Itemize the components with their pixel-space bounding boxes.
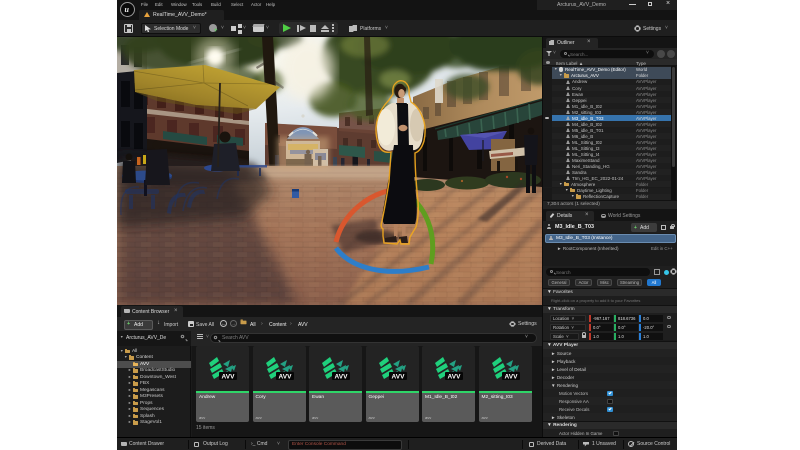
svg-text:AVV: AVV — [335, 374, 349, 381]
svg-text:AVV: AVV — [391, 374, 405, 381]
svg-text:AVV: AVV — [504, 374, 518, 381]
svg-text:AVV: AVV — [448, 374, 462, 381]
svg-text:AVV: AVV — [222, 374, 236, 381]
svg-text:AVV: AVV — [278, 374, 292, 381]
